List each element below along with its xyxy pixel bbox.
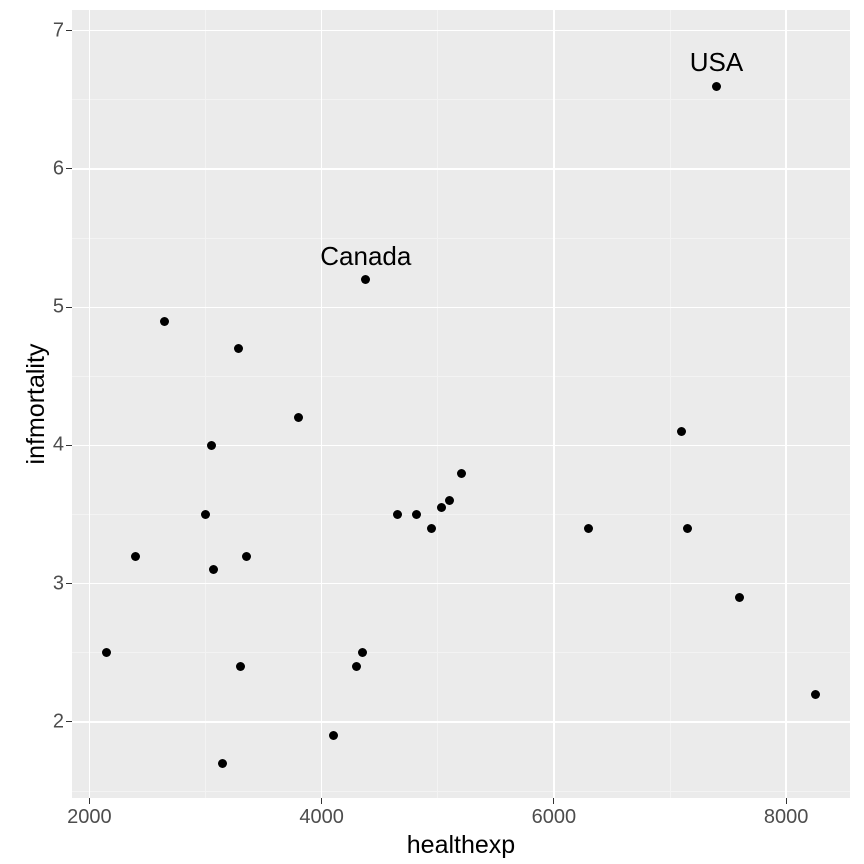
gridline-major-x [321, 10, 322, 798]
gridline-minor-y [72, 238, 850, 239]
data-point [437, 503, 446, 512]
x-tick-mark [321, 798, 322, 804]
data-point [412, 510, 421, 519]
y-tick-mark [66, 30, 72, 31]
gridline-major-x [785, 10, 786, 798]
gridline-major-y [72, 168, 850, 169]
plot-panel: 2000400060008000234567USACanada [72, 10, 850, 798]
chart-container: 2000 4000 6000 8000 2 3 4 5 6 7 USA Canada healthex… [0, 0, 864, 864]
gridline-minor-x [205, 10, 206, 798]
y-tick-label: 3 [53, 572, 64, 595]
x-tick-label: 2000 [67, 806, 112, 829]
data-point [218, 759, 227, 768]
data-point [131, 552, 140, 561]
data-point [102, 648, 111, 657]
y-tick-label: 2 [53, 710, 64, 733]
data-point [207, 441, 216, 450]
data-point [712, 82, 721, 91]
x-axis-title: healthexp [72, 831, 850, 860]
gridline-major-y [72, 307, 850, 308]
data-point [393, 510, 402, 519]
x-tick-label: 4000 [299, 806, 344, 829]
data-point [683, 524, 692, 533]
gridline-minor-y [72, 652, 850, 653]
data-point [160, 317, 169, 326]
gridline-major-y [72, 583, 850, 584]
annotation-label: USA [690, 47, 743, 78]
x-tick-label: 8000 [764, 806, 809, 829]
data-point [445, 496, 454, 505]
data-point [735, 593, 744, 602]
y-tick-mark [66, 583, 72, 584]
y-tick-label: 5 [53, 296, 64, 319]
data-point [329, 731, 338, 740]
gridline-major-x [89, 10, 90, 798]
annotation-label: Canada [320, 241, 411, 272]
data-point [427, 524, 436, 533]
y-tick-label: 7 [53, 19, 64, 42]
data-point [234, 344, 243, 353]
data-point [677, 427, 686, 436]
y-tick-label: 6 [53, 157, 64, 180]
data-point [584, 524, 593, 533]
gridline-minor-y [72, 99, 850, 100]
data-point [236, 662, 245, 671]
gridline-major-y [72, 30, 850, 31]
data-point [811, 690, 820, 699]
gridline-major-y [72, 445, 850, 446]
data-point [457, 469, 466, 478]
y-tick-mark [66, 445, 72, 446]
x-tick-mark [786, 798, 787, 804]
y-tick-mark [66, 721, 72, 722]
gridline-minor-x [670, 10, 671, 798]
y-axis-title: infmortality [22, 10, 51, 798]
gridline-major-x [553, 10, 554, 798]
y-tick-mark [66, 307, 72, 308]
gridline-minor-y [72, 791, 850, 792]
data-point [201, 510, 210, 519]
data-point [209, 565, 218, 574]
y-tick-mark [66, 168, 72, 169]
gridline-minor-x [437, 10, 438, 798]
x-tick-label: 6000 [532, 806, 577, 829]
gridline-minor-y [72, 376, 850, 377]
data-point [294, 413, 303, 422]
y-tick-label: 4 [53, 434, 64, 457]
data-point [358, 648, 367, 657]
data-point [361, 275, 370, 284]
x-tick-mark [553, 798, 554, 804]
x-tick-mark [89, 798, 90, 804]
data-point [352, 662, 361, 671]
gridline-major-y [72, 721, 850, 722]
data-point [242, 552, 251, 561]
gridline-minor-y [72, 514, 850, 515]
